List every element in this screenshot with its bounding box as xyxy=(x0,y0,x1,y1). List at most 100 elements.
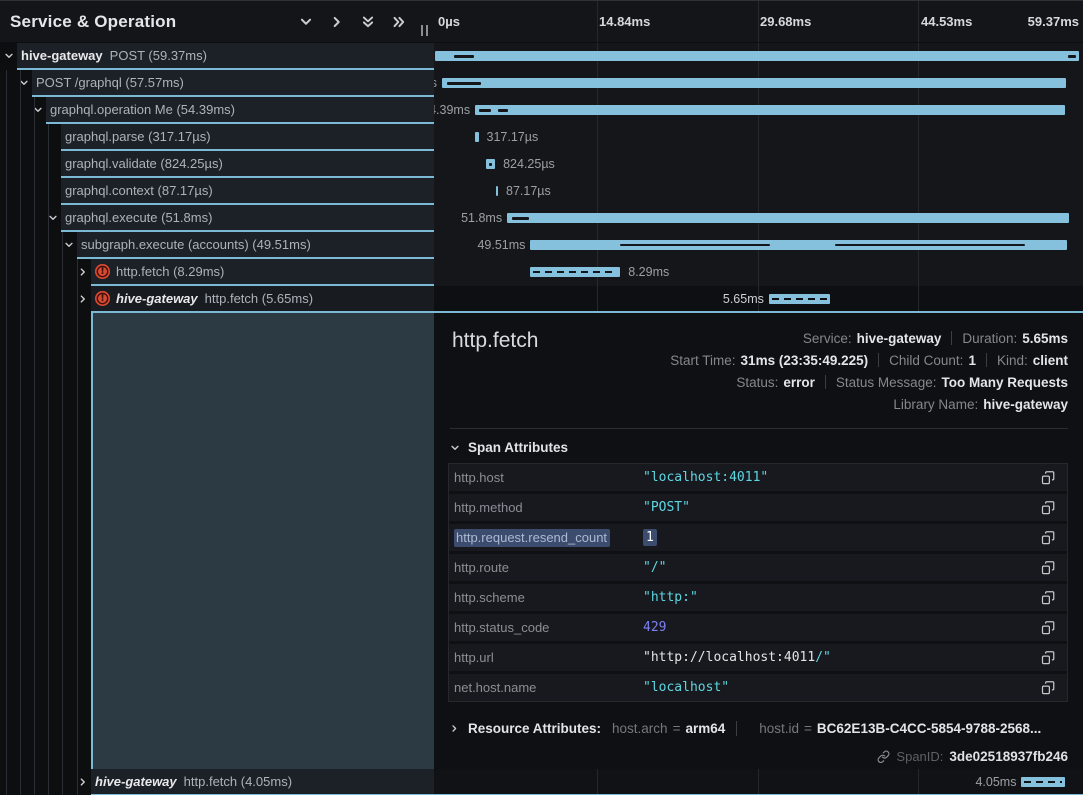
timeline-gridline xyxy=(597,151,598,178)
row-collapse-icon[interactable] xyxy=(48,213,58,223)
timeline-gridline xyxy=(597,769,598,794)
span-detail-title: http.fetch xyxy=(452,329,538,353)
attribute-value: "http://localhost:4011/" xyxy=(643,650,831,665)
span-attributes-header[interactable]: Span Attributes xyxy=(450,440,568,455)
link-icon[interactable] xyxy=(877,750,890,763)
resource-attributes-title: Resource Attributes: xyxy=(468,721,601,736)
attribute-value: "http:" xyxy=(643,590,698,605)
span-tree-row[interactable]: graphql.operation Me (54.39ms) xyxy=(46,97,434,122)
chevron-right-icon[interactable] xyxy=(330,15,344,29)
span-duration-bar[interactable] xyxy=(475,105,1065,115)
tree-header: Service & Operation xyxy=(0,1,434,42)
span-duration-bar[interactable] xyxy=(1021,777,1065,787)
span-tree-row[interactable]: graphql.validate (824.25µs) xyxy=(61,151,434,176)
double-chevron-down-icon[interactable] xyxy=(361,15,375,29)
attribute-key: http.host xyxy=(454,470,643,485)
span-detail-panel: http.fetch Service:hive-gatewayDuration:… xyxy=(434,313,1083,769)
tree-indent-guide xyxy=(20,70,21,795)
timeline-gridline xyxy=(918,1,919,42)
timeline-gridline xyxy=(758,769,759,794)
tree-header-icons xyxy=(299,1,406,42)
span-duration-bar[interactable] xyxy=(475,132,478,142)
copy-icon[interactable] xyxy=(1040,590,1055,606)
span-tree-row[interactable]: !http.fetch (8.29ms) xyxy=(91,259,434,284)
copy-icon[interactable] xyxy=(1040,500,1055,516)
timeline-row xyxy=(434,43,1083,70)
trace-waterfall-view: Service & Operation 0µs 14.84ms 29.68ms 44.… xyxy=(0,0,1083,795)
row-expand-icon[interactable] xyxy=(78,267,88,277)
span-tree-row[interactable]: !hive-gatewayhttp.fetch (5.65ms) xyxy=(91,286,434,311)
copy-icon[interactable] xyxy=(1040,680,1055,696)
meta-label: Kind: xyxy=(997,353,1028,368)
span-duration-bar[interactable] xyxy=(769,294,830,304)
detail-meta-line: Status:errorStatus Message:Too Many Requ… xyxy=(736,371,1068,393)
timeline-tick: 44.53ms xyxy=(921,14,972,29)
attribute-key: http.route xyxy=(454,560,643,575)
span-duration-bar[interactable] xyxy=(435,51,1079,61)
meta-label: Duration: xyxy=(962,331,1017,346)
detail-meta-line: Start Time:31ms (23:35:49.225)Child Coun… xyxy=(670,349,1068,371)
row-collapse-icon[interactable] xyxy=(64,240,74,250)
attribute-key: net.host.name xyxy=(454,680,643,695)
error-icon: ! xyxy=(95,291,110,306)
span-duration-bar[interactable] xyxy=(507,213,1069,223)
resource-key: host.id xyxy=(759,721,799,736)
meta-value: Too Many Requests xyxy=(941,375,1068,390)
timeline-gridline xyxy=(918,178,919,205)
row-expand-icon[interactable] xyxy=(78,777,88,787)
span-duration-bar[interactable] xyxy=(496,186,498,196)
child-span-mark xyxy=(835,244,1025,246)
tree-indent-guide xyxy=(6,70,7,795)
span-duration-bar[interactable] xyxy=(530,240,1067,250)
tree-indent-guide xyxy=(62,232,63,795)
timeline-tick: 0µs xyxy=(438,14,460,29)
copy-icon[interactable] xyxy=(1040,620,1055,636)
timeline-tick: 29.68ms xyxy=(760,14,811,29)
copy-icon[interactable] xyxy=(1040,470,1055,486)
timeline-gridline xyxy=(758,178,759,205)
span-duration-bar[interactable] xyxy=(442,78,1066,88)
span-duration-bar[interactable] xyxy=(530,267,620,277)
row-expand-icon[interactable] xyxy=(78,294,88,304)
child-span-mark xyxy=(1068,55,1076,58)
double-chevron-right-icon[interactable] xyxy=(392,15,406,29)
attribute-key: http.url xyxy=(454,650,643,665)
meta-divider xyxy=(951,331,952,345)
tree-indent-guide xyxy=(48,124,49,795)
span-duration-bar[interactable] xyxy=(486,159,495,169)
resource-value: BC62E13B-C4CC-5854-9788-2568... xyxy=(817,721,1041,736)
copy-icon[interactable] xyxy=(1040,650,1055,666)
copy-icon[interactable] xyxy=(1040,530,1055,546)
meta-value: hive-gateway xyxy=(857,331,942,346)
timeline-gridline xyxy=(918,286,919,311)
resource-attributes-row[interactable]: Resource Attributes:host.arch=arm64host.… xyxy=(450,718,1041,738)
child-span-mark xyxy=(620,244,770,246)
span-tree-row[interactable]: hive-gatewayhttp.fetch (4.05ms) xyxy=(91,769,434,794)
chevron-down-icon[interactable] xyxy=(299,15,313,29)
attribute-value: "/" xyxy=(643,560,666,575)
span-id-row: SpanID:3de02518937fb246 xyxy=(877,747,1068,765)
timeline-row: 5.65ms xyxy=(434,286,1083,311)
tree-header-title: Service & Operation xyxy=(10,12,176,32)
timeline-row: 49.51ms xyxy=(434,232,1083,259)
copy-icon[interactable] xyxy=(1040,560,1055,576)
span-operation-label: http.fetch (5.65ms) xyxy=(205,291,313,306)
timeline-tick: 14.84ms xyxy=(599,14,650,29)
meta-label: Child Count: xyxy=(889,353,963,368)
span-tree-row[interactable]: graphql.context (87.17µs) xyxy=(61,178,434,203)
timeline-row: 57.57ms xyxy=(434,70,1083,97)
span-tree-row[interactable]: POST /graphql (57.57ms) xyxy=(32,70,434,95)
attribute-key: http.status_code xyxy=(454,620,643,635)
timeline-gridline xyxy=(758,1,759,42)
span-duration-label: 5.65ms xyxy=(723,286,764,311)
child-span-mark xyxy=(489,163,492,166)
split-drag-handle-icon[interactable] xyxy=(421,25,428,36)
row-collapse-icon[interactable] xyxy=(4,51,14,61)
span-tree-row[interactable]: hive-gatewayPOST (59.37ms) xyxy=(17,43,434,68)
span-tree-row[interactable]: graphql.parse (317.17µs) xyxy=(61,124,434,149)
chevron-right-icon xyxy=(450,724,459,733)
attribute-key: http.scheme xyxy=(454,590,643,605)
span-tree-row[interactable]: graphql.execute (51.8ms) xyxy=(61,205,434,230)
attribute-value: "POST" xyxy=(643,500,690,515)
span-tree-row[interactable]: subgraph.execute (accounts) (49.51ms) xyxy=(77,232,434,257)
